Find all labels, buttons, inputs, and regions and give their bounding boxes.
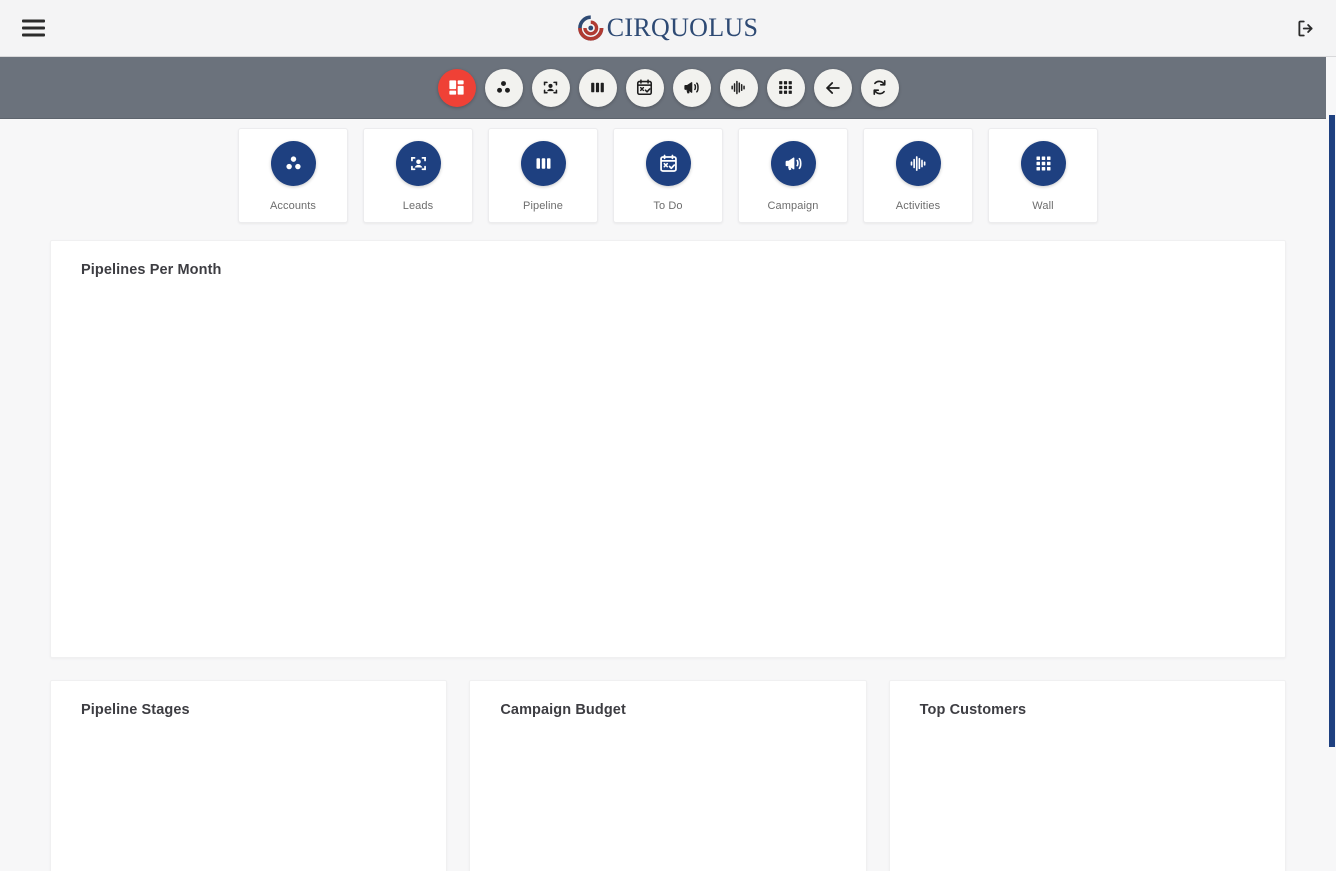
card-title: Top Customers xyxy=(919,702,1027,718)
shortcut-label: To Do xyxy=(653,200,683,212)
chart-area-pipelines-per-month xyxy=(51,278,1285,648)
shortcut-icon-leads xyxy=(395,141,441,186)
nav-item-back[interactable] xyxy=(813,68,852,107)
card-campaign-budget: Campaign Budget xyxy=(469,680,867,871)
shortcut-label: Wall xyxy=(1032,200,1054,212)
shortcut-label: Leads xyxy=(402,200,434,212)
shortcut-tile-campaign[interactable]: Campaign xyxy=(738,128,848,223)
logout-icon[interactable] xyxy=(1290,13,1320,43)
nav-item-wall[interactable] xyxy=(766,68,805,107)
card-pipelines-per-month: Pipelines Per Month xyxy=(50,240,1286,658)
shortcut-icon-activities xyxy=(895,141,941,186)
hamburger-menu-icon[interactable] xyxy=(22,19,45,37)
dashboard-bottom-row: Pipeline Stages Campaign Budget Top Cust… xyxy=(50,680,1286,871)
shortcut-tiles: Accounts Leads Pipeline To Do Campaign A… xyxy=(0,119,1336,223)
shortcut-tile-accounts[interactable]: Accounts xyxy=(238,128,348,223)
shortcut-icon-accounts xyxy=(270,141,316,186)
card-title: Pipeline Stages xyxy=(81,702,190,718)
nav-item-leads[interactable] xyxy=(531,68,570,107)
grid-dots-icon xyxy=(779,81,792,94)
arrow-left-icon xyxy=(825,81,840,94)
nav-item-activities[interactable] xyxy=(719,68,758,107)
dashboard-grid-icon xyxy=(449,80,464,95)
leads-person-target-icon xyxy=(543,81,558,94)
nav-item-accounts[interactable] xyxy=(484,68,523,107)
shortcut-icon-todo xyxy=(645,141,691,186)
cirquolus-logo-mark xyxy=(578,15,604,41)
nav-item-refresh[interactable] xyxy=(860,68,899,107)
dashboard-content: Pipelines Per Month Pipeline Stages Camp… xyxy=(0,223,1336,871)
nav-item-campaign[interactable] xyxy=(672,68,711,107)
main-navigation-bar xyxy=(0,57,1336,119)
nav-item-todo[interactable] xyxy=(625,68,664,107)
pipeline-bars-icon xyxy=(591,82,604,93)
shortcut-label: Campaign xyxy=(767,200,819,212)
brand-name: CIRQUOLUS xyxy=(606,13,759,42)
page-scrollbar-thumb[interactable] xyxy=(1329,115,1335,747)
shortcut-tile-pipeline[interactable]: Pipeline xyxy=(488,128,598,223)
megaphone-icon xyxy=(684,82,699,94)
shortcut-label: Accounts xyxy=(269,200,317,212)
shortcut-tile-leads[interactable]: Leads xyxy=(363,128,473,223)
card-title: Pipelines Per Month xyxy=(81,262,222,278)
card-top-customers: Top Customers xyxy=(888,680,1286,871)
hamburger-bar xyxy=(22,26,45,30)
page-scrollbar-track[interactable] xyxy=(1326,57,1336,871)
calendar-check-icon xyxy=(636,79,653,96)
shortcut-icon-campaign xyxy=(770,141,816,186)
shortcut-tile-activities[interactable]: Activities xyxy=(863,128,973,223)
accounts-circles-icon xyxy=(497,81,510,93)
shortcut-label: Pipeline xyxy=(523,200,563,212)
shortcut-icon-wall xyxy=(1020,141,1066,186)
shortcut-icon-pipeline xyxy=(520,141,566,186)
card-pipeline-stages: Pipeline Stages xyxy=(50,680,448,871)
refresh-icon xyxy=(873,80,886,95)
shortcut-tile-todo[interactable]: To Do xyxy=(613,128,723,223)
brand-logo[interactable]: CIRQUOLUS xyxy=(578,13,759,43)
shortcut-tile-wall[interactable]: Wall xyxy=(988,128,1098,223)
hamburger-bar xyxy=(22,33,45,37)
waveform-icon xyxy=(731,80,745,95)
card-title: Campaign Budget xyxy=(500,702,626,718)
app-header: CIRQUOLUS xyxy=(0,0,1336,57)
nav-item-dashboard[interactable] xyxy=(437,68,476,107)
nav-item-pipeline[interactable] xyxy=(578,68,617,107)
shortcut-label: Activities xyxy=(895,200,941,212)
hamburger-bar xyxy=(22,19,45,23)
